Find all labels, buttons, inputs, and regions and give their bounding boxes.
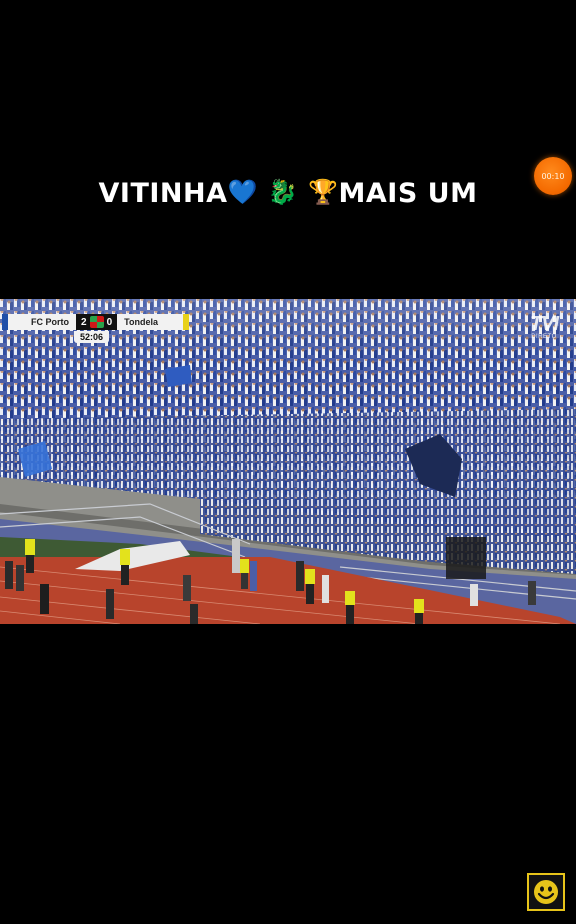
away-score: 0: [106, 316, 113, 328]
smiley-face-icon: [534, 880, 558, 904]
stadium-crowd-scene: [0, 299, 576, 624]
timer-badge[interactable]: 00:10: [534, 157, 572, 195]
timer-badge-label: 00:10: [541, 171, 565, 181]
video-frame[interactable]: FC Porto 2 0 Tondela 52:06 TVI DIRETO: [0, 299, 576, 624]
channel-logo-brand: TVI: [529, 313, 559, 335]
competition-crest-icon: [89, 316, 104, 328]
scoreboard: FC Porto 2 0 Tondela: [2, 314, 190, 330]
blue-heart-icon: 💙: [227, 178, 258, 206]
home-team-name: FC Porto: [2, 314, 76, 330]
video-caption: VITINHA💙 🐉 🏆MAIS UM: [0, 178, 576, 209]
channel-logo: TVI DIRETO: [524, 314, 564, 340]
score-box: 2 0: [76, 314, 118, 330]
corner-logo[interactable]: [527, 873, 565, 911]
dragon-icon: 🐉: [267, 178, 299, 206]
away-team-name: Tondela: [117, 314, 190, 330]
trophy-icon: 🏆: [308, 178, 339, 206]
home-score: 2: [81, 316, 87, 328]
caption-text-end: MAIS UM: [338, 178, 478, 209]
caption-text-start: VITINHA: [98, 178, 228, 209]
match-clock: 52:06: [74, 331, 110, 343]
